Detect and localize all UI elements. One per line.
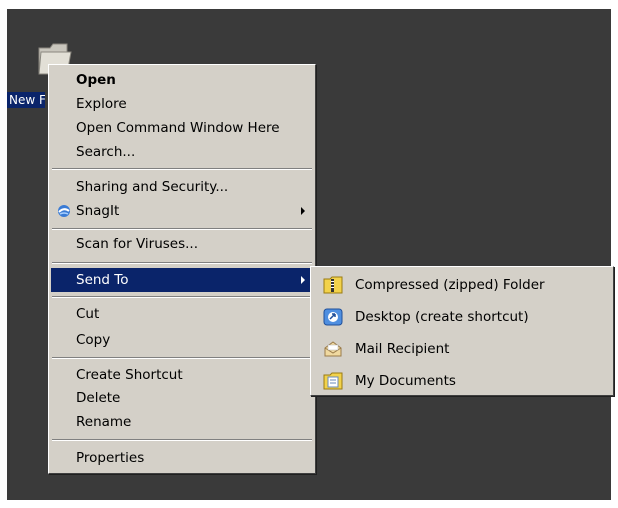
menu-item-snagit[interactable]: SnagIt (51, 199, 313, 223)
menu-separator (52, 262, 312, 264)
menu-item-scan-viruses[interactable]: Scan for Viruses... (51, 232, 313, 256)
menu-separator (52, 168, 312, 170)
desktop-shortcut-icon (323, 308, 343, 326)
menu-item-sharing-security[interactable]: Sharing and Security... (51, 175, 313, 199)
menu-item-open[interactable]: Open (51, 68, 313, 92)
menu-item-open-command-window[interactable]: Open Command Window Here (51, 116, 313, 140)
zip-folder-icon (323, 276, 343, 294)
menu-separator (52, 439, 312, 441)
menu-separator (52, 296, 312, 298)
menu-separator (52, 228, 312, 230)
desktop-icon-label[interactable]: New Folder (7, 92, 45, 108)
menu-item-cut[interactable]: Cut (51, 302, 313, 326)
menu-item-create-shortcut[interactable]: Create Shortcut (51, 363, 313, 387)
menu-item-delete[interactable]: Delete (51, 386, 313, 410)
menu-item-rename[interactable]: Rename (51, 410, 313, 434)
mail-icon (324, 341, 342, 357)
snagit-icon (58, 205, 70, 217)
submenu-arrow-icon (301, 276, 305, 284)
menu-item-explore[interactable]: Explore (51, 92, 313, 116)
send-to-desktop-shortcut[interactable]: Desktop (create shortcut) (313, 303, 611, 331)
menu-separator (52, 357, 312, 359)
my-documents-icon (323, 372, 343, 390)
submenu-arrow-icon (301, 207, 305, 215)
menu-item-properties[interactable]: Properties (51, 446, 313, 470)
send-to-compressed-folder[interactable]: Compressed (zipped) Folder (313, 271, 611, 299)
menu-item-send-to[interactable]: Send To (51, 268, 313, 292)
send-to-my-documents[interactable]: My Documents (313, 367, 611, 395)
menu-item-search[interactable]: Search... (51, 140, 313, 164)
send-to-submenu: Compressed (zipped) Folder Desktop (crea… (310, 266, 614, 396)
menu-item-copy[interactable]: Copy (51, 328, 313, 352)
context-menu: Open Explore Open Command Window Here Se… (48, 64, 316, 474)
send-to-mail-recipient[interactable]: Mail Recipient (313, 335, 611, 363)
